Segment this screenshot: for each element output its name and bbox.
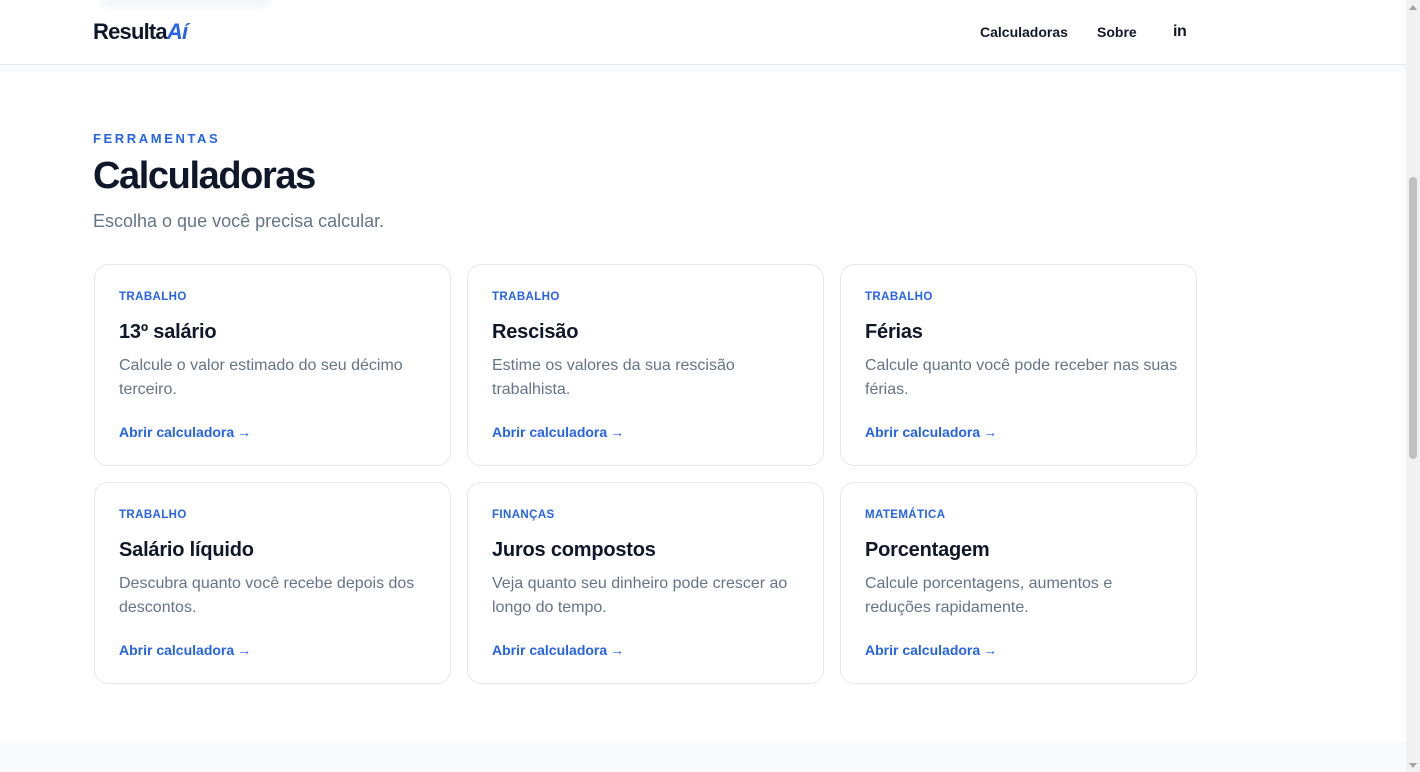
calculator-card-salario-liquido[interactable]: TRABALHO Salário líquido Descubra quanto… (94, 482, 451, 684)
card-category: TRABALHO (492, 291, 560, 303)
open-calculator-label: Abrir calculadora (492, 642, 608, 658)
logo-glow-decoration (100, 0, 270, 8)
card-description: Calcule o valor estimado do seu décimo t… (119, 357, 403, 398)
logo-main-text: Resulta (93, 19, 168, 44)
open-calculator-label: Abrir calculadora (865, 642, 981, 658)
arrow-right-icon: → (237, 642, 252, 658)
open-calculator-link[interactable]: Abrir calculadora → (865, 424, 997, 440)
page: ResultaAí Calculadoras Sobre in FERRAMEN… (0, 0, 1406, 772)
card-category: FINANÇAS (492, 509, 555, 521)
card-category: MATEMÁTICA (865, 509, 946, 521)
section-eyebrow: FERRAMENTAS (93, 131, 221, 146)
calculator-card-ferias[interactable]: TRABALHO Férias Calcule quanto você pode… (840, 264, 1197, 466)
card-title: 13º salário (119, 321, 217, 343)
arrow-right-icon: → (610, 642, 625, 658)
scrollbar-thumb[interactable] (1409, 177, 1417, 459)
open-calculator-label: Abrir calculadora (492, 424, 608, 440)
arrow-right-icon: → (610, 424, 625, 440)
card-title: Férias (865, 321, 923, 343)
arrow-right-icon: → (237, 424, 252, 440)
site-logo[interactable]: ResultaAí (93, 19, 188, 45)
card-description: Descubra quanto você recebe depois dos d… (119, 575, 415, 616)
footer-band (0, 741, 1406, 772)
open-calculator-label: Abrir calculadora (119, 642, 235, 658)
card-description: Veja quanto seu dinheiro pode crescer ao… (492, 575, 788, 616)
linkedin-icon[interactable]: in (1173, 23, 1187, 41)
arrow-right-icon: → (983, 424, 998, 440)
card-title: Salário líquido (119, 539, 254, 561)
card-description: Calcule porcentagens, aumentos e reduçõe… (865, 575, 1113, 616)
scroll-down-arrow-icon[interactable] (1409, 763, 1417, 768)
open-calculator-link[interactable]: Abrir calculadora → (119, 424, 251, 440)
card-title: Juros compostos (492, 539, 656, 561)
card-category: TRABALHO (119, 509, 187, 521)
card-description: Calcule quanto você pode receber nas sua… (865, 357, 1178, 398)
card-category: TRABALHO (119, 291, 187, 303)
card-description: Estime os valores da sua rescisão trabal… (492, 357, 735, 398)
scroll-up-arrow-icon[interactable] (1409, 5, 1417, 10)
nav-link-calculadoras[interactable]: Calculadoras (980, 24, 1068, 40)
logo-accent-text: Aí (166, 19, 188, 44)
page-subtitle: Escolha o que você precisa calcular. (93, 211, 385, 231)
card-title: Porcentagem (865, 539, 990, 561)
open-calculator-label: Abrir calculadora (119, 424, 235, 440)
header-divider-band (0, 65, 1406, 72)
open-calculator-label: Abrir calculadora (865, 424, 981, 440)
site-header: ResultaAí Calculadoras Sobre in (0, 0, 1406, 65)
page-title: Calculadoras (93, 155, 316, 197)
open-calculator-link[interactable]: Abrir calculadora → (119, 642, 251, 658)
open-calculator-link[interactable]: Abrir calculadora → (492, 642, 624, 658)
calculator-card-rescisao[interactable]: TRABALHO Rescisão Estime os valores da s… (467, 264, 824, 466)
open-calculator-link[interactable]: Abrir calculadora → (492, 424, 624, 440)
calculator-card-porcentagem[interactable]: MATEMÁTICA Porcentagem Calcule porcentag… (840, 482, 1197, 684)
calculator-card-juros-compostos[interactable]: FINANÇAS Juros compostos Veja quanto seu… (467, 482, 824, 684)
card-title: Rescisão (492, 321, 579, 343)
arrow-right-icon: → (983, 642, 998, 658)
calculator-card-13-salario[interactable]: TRABALHO 13º salário Calcule o valor est… (94, 264, 451, 466)
card-category: TRABALHO (865, 291, 933, 303)
open-calculator-link[interactable]: Abrir calculadora → (865, 642, 997, 658)
vertical-scrollbar[interactable] (1406, 0, 1420, 772)
nav-link-sobre[interactable]: Sobre (1097, 24, 1137, 40)
